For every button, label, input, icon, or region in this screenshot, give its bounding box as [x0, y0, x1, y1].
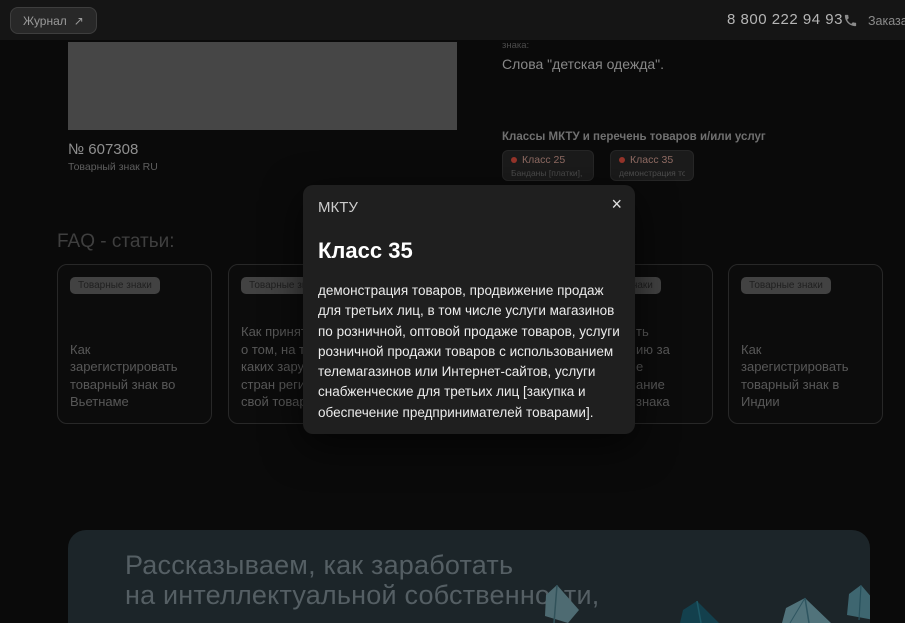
modal-body-text: демонстрация товаров, продвижение продаж… — [318, 281, 620, 423]
class-dot-icon — [619, 157, 625, 163]
topbar: Журнал ↗ 8 800 222 94 93 Заказать — [0, 0, 905, 40]
faq-card[interactable]: Товарные знаки Как зарегистрировать това… — [728, 264, 883, 424]
trademark-type-label: Товарный знак RU — [68, 161, 158, 173]
card-title: Как зарегистрировать товарный знак во Вь… — [70, 341, 199, 411]
faq-heading: FAQ - статьи: — [57, 231, 175, 253]
promo-banner[interactable]: Рассказываем, как заработать на интеллек… — [68, 530, 870, 623]
mktu-class-chip-35[interactable]: Класс 35 демонстрация тов... — [610, 150, 694, 181]
trademark-number: № 607308 — [68, 141, 138, 158]
class-chip-name: Класс 35 — [630, 154, 673, 166]
trademark-image-placeholder — [68, 42, 457, 130]
modal-kicker: МКТУ — [318, 199, 619, 216]
phone-number[interactable]: 8 800 222 94 93 — [727, 11, 843, 28]
external-link-icon: ↗ — [74, 14, 84, 28]
class-chip-preview: Банданы [платки], ... — [511, 168, 585, 178]
phone-icon[interactable] — [843, 13, 858, 28]
order-call-link[interactable]: Заказать — [868, 14, 905, 28]
mktu-class-modal: МКТУ × Класс 35 демонстрация товаров, пр… — [303, 185, 635, 434]
class-chip-name: Класс 25 — [522, 154, 565, 166]
class-dot-icon — [511, 157, 517, 163]
card-tag: Товарные знаки — [741, 277, 831, 294]
class-chip-preview: демонстрация тов... — [619, 168, 685, 178]
journal-button-label: Журнал — [23, 14, 67, 28]
mktu-classes-header: Классы МКТУ и перечень товаров и/или усл… — [502, 131, 766, 143]
journal-button[interactable]: Журнал ↗ — [10, 7, 97, 34]
banner-heading: Рассказываем, как заработать на интеллек… — [125, 551, 599, 610]
modal-title: Класс 35 — [318, 238, 619, 264]
card-tag: Товарные знаки — [70, 277, 160, 294]
card-title: ть ию за е ание знака — [636, 323, 700, 411]
close-icon[interactable]: × — [611, 195, 622, 213]
unprotected-elements-value: Слова "детская одежда". — [502, 56, 664, 72]
faq-card[interactable]: Товарные знаки Как зарегистрировать това… — [57, 264, 212, 424]
mktu-class-chip-25[interactable]: Класс 25 Банданы [платки], ... — [502, 150, 594, 181]
card-title: Как зарегистрировать товарный знак в Инд… — [741, 341, 870, 411]
unprotected-elements-label-fragment: знака: — [502, 40, 529, 51]
